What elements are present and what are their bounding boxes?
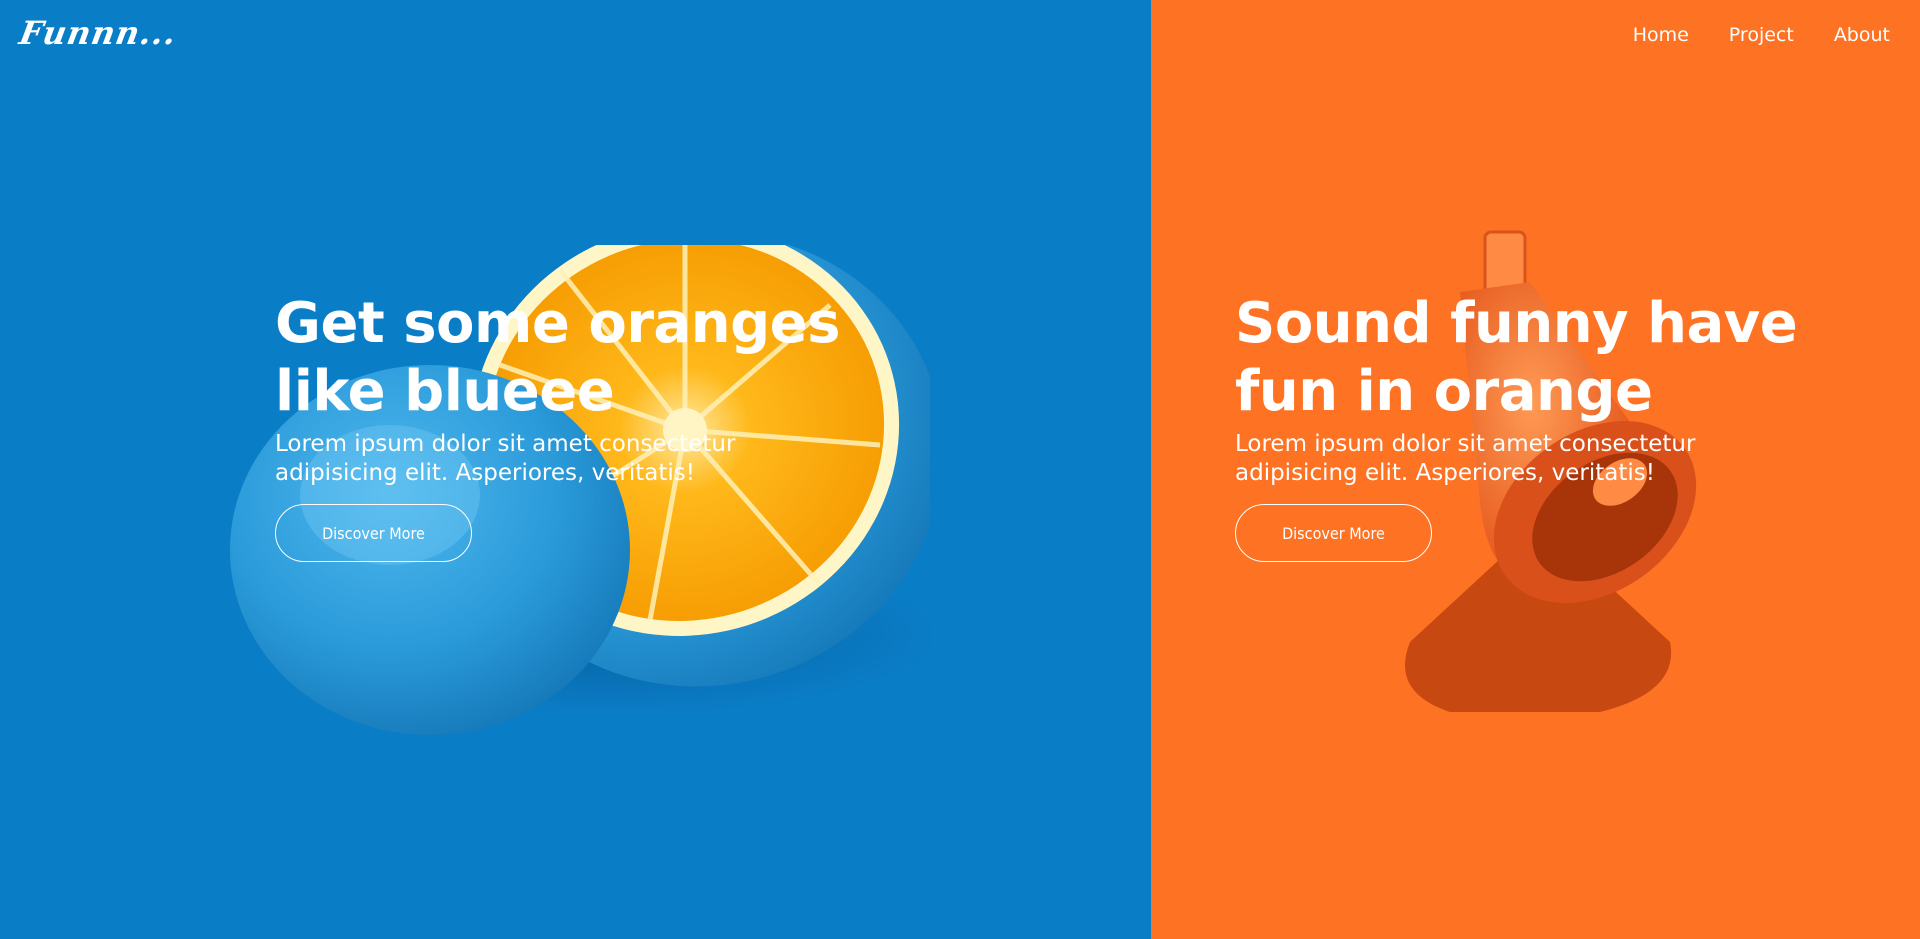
hero-right-description: Lorem ipsum dolor sit amet consectetur a… [1235, 431, 1696, 486]
logo[interactable]: Funnn... [17, 14, 180, 52]
hero-right-title: Sound funny have fun in orange [1235, 290, 1855, 426]
nav-project[interactable]: Project [1729, 24, 1794, 46]
hero-right-title-line2: fun in orange [1235, 359, 1653, 424]
hero-left: Get some oranges like blueee Lorem ipsum… [275, 290, 895, 562]
nav-about[interactable]: About [1834, 24, 1890, 46]
hero-left-description: Lorem ipsum dolor sit amet consectetur a… [275, 431, 736, 486]
discover-more-button-left[interactable]: Discover More [275, 504, 472, 562]
landing-page: Funnn... Home Project About Get some ora… [0, 0, 1920, 939]
discover-more-button-right[interactable]: Discover More [1235, 504, 1432, 562]
hero-right: Sound funny have fun in orange Lorem ips… [1235, 290, 1855, 562]
hero-left-title-line1: Get some oranges [275, 291, 841, 356]
top-nav-bar: Funnn... Home Project About [0, 0, 1920, 70]
nav-home[interactable]: Home [1633, 24, 1689, 46]
main-nav: Home Project About [1633, 24, 1890, 46]
hero-right-title-line1: Sound funny have [1235, 291, 1798, 356]
hero-left-title: Get some oranges like blueee [275, 290, 895, 426]
hero-left-title-line2: like blueee [275, 359, 615, 424]
